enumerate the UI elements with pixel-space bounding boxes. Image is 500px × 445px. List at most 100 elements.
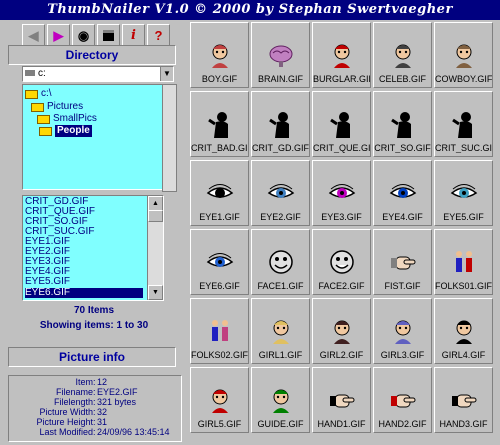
hand-point-icon — [389, 386, 417, 414]
info-value: EYE2.GIF — [97, 387, 138, 397]
info-row-filename: Filename: EYE2.GIF — [55, 387, 138, 397]
thumbnail-filename: CRIT_SUC.GIF — [435, 143, 492, 153]
info-row-width: Picture Width:32 — [39, 407, 108, 417]
thumbnail-cell[interactable]: FACE1.GIF — [251, 229, 310, 295]
thumbnail-cell[interactable]: FOLKS01.GIF — [434, 229, 493, 295]
critic-silhouette-icon — [206, 110, 234, 138]
boy-face-icon — [206, 41, 234, 69]
thumbnail-filename: HAND3.GIF — [439, 419, 488, 429]
thumbnail-cell[interactable]: FIST.GIF — [373, 229, 432, 295]
help-question-icon: ? — [154, 28, 163, 43]
thumbnail-filename: GIRL4.GIF — [441, 350, 486, 360]
guide-icon — [267, 386, 295, 414]
info-row-item: Item:12 — [75, 377, 108, 387]
file-list-scrollbar[interactable]: ▲ ▼ — [147, 196, 163, 300]
thumbnail-filename: FOLKS01.GIF — [435, 281, 492, 291]
thumbnail-filename: COWBOY.GIF — [435, 74, 492, 84]
tree-item-root[interactable]: c:\ — [25, 88, 52, 100]
thumbnail-cell[interactable]: HAND3.GIF — [434, 367, 493, 433]
thumbnail-cell[interactable]: CRIT_SUC.GIF — [434, 91, 493, 157]
item-count: 70 Items — [73, 305, 115, 316]
group-people-icon — [206, 317, 234, 345]
info-button[interactable]: i — [122, 24, 145, 47]
thumbnail-cell[interactable]: EYE1.GIF — [190, 160, 249, 226]
thumbnail-cell[interactable]: EYE6.GIF — [190, 229, 249, 295]
thumbnail-cell[interactable]: BOY.GIF — [190, 22, 249, 88]
left-panel: ◀ ▶ ◉ i ? Directory c: ▼ c:\ Pictures Sm… — [0, 20, 188, 445]
thumbnail-cell[interactable]: HAND1.GIF — [312, 367, 371, 433]
thumbnail-cell[interactable]: BURGLAR.GIF — [312, 22, 371, 88]
thumbnail-cell[interactable]: BRAIN.GIF — [251, 22, 310, 88]
info-value: 12 — [97, 377, 108, 387]
thumbnail-cell[interactable]: CRIT_BAD.GIF — [190, 91, 249, 157]
view-button[interactable]: ◉ — [72, 24, 95, 47]
thumbnail-filename: EYE3.GIF — [321, 212, 362, 222]
disk-icon — [103, 30, 114, 41]
eye-icon: ◉ — [77, 28, 90, 43]
scroll-up-icon[interactable]: ▲ — [148, 196, 163, 211]
thumbnail-cell[interactable]: GIRL1.GIF — [251, 298, 310, 364]
tree-scrollbar[interactable] — [162, 84, 177, 192]
directory-tree[interactable]: c:\ Pictures SmallPics People — [22, 84, 177, 192]
thumbnail-cell[interactable]: CRIT_QUE.GIF — [312, 91, 371, 157]
drive-select[interactable]: c: ▼ — [22, 66, 174, 82]
folder-open-icon — [25, 89, 38, 99]
thumbnail-filename: EYE1.GIF — [199, 212, 240, 222]
thumbnail-filename: CRIT_GD.GIF — [252, 143, 309, 153]
chevron-down-icon[interactable]: ▼ — [160, 67, 173, 81]
celeb-sunglasses-icon — [389, 41, 417, 69]
eye-icon — [206, 179, 234, 207]
tree-item-pictures[interactable]: Pictures — [31, 101, 83, 113]
thumbnail-cell[interactable]: CRIT_GD.GIF — [251, 91, 310, 157]
thumbnail-filename: GIRL3.GIF — [380, 350, 425, 360]
drive-icon — [25, 70, 35, 77]
thumbnail-cell[interactable]: CELEB.GIF — [373, 22, 432, 88]
help-button[interactable]: ? — [147, 24, 170, 47]
thumbnail-filename: BURGLAR.GIF — [313, 74, 370, 84]
smiley-face-icon — [267, 248, 295, 276]
critic-silhouette-icon — [450, 110, 478, 138]
folder-open-icon — [31, 102, 44, 112]
thumbnail-cell[interactable]: COWBOY.GIF — [434, 22, 493, 88]
thumbnail-cell[interactable]: EYE2.GIF — [251, 160, 310, 226]
thumbnail-filename: GIRL1.GIF — [258, 350, 303, 360]
info-row-filelength: Filelength:321 bytes — [53, 397, 137, 407]
girl-blonde-icon — [267, 317, 295, 345]
thumbnail-cell[interactable]: GIRL5.GIF — [190, 367, 249, 433]
list-item[interactable]: EYE5.GIF — [25, 277, 70, 287]
thumbnail-cell[interactable]: EYE4.GIF — [373, 160, 432, 226]
thumbnail-cell[interactable]: GIRL3.GIF — [373, 298, 432, 364]
thumbnail-cell[interactable]: EYE3.GIF — [312, 160, 371, 226]
tree-item-label: SmallPics — [53, 113, 97, 124]
thumbnail-cell[interactable]: GIRL4.GIF — [434, 298, 493, 364]
cowboy-hat-icon — [450, 41, 478, 69]
back-button[interactable]: ◀ — [22, 24, 45, 47]
thumbnail-cell[interactable]: FOLKS02.GIF — [190, 298, 249, 364]
info-icon: i — [131, 28, 136, 43]
thumbnail-cell[interactable]: HAND2.GIF — [373, 367, 432, 433]
list-item-selected[interactable]: EYE6.GIF — [25, 288, 143, 298]
eye-icon — [389, 179, 417, 207]
file-list[interactable]: CRIT_GD.GIF CRIT_QUE.GIF CRIT_SO.GIF CRI… — [22, 195, 164, 301]
tree-item-smallpics[interactable]: SmallPics — [37, 113, 97, 125]
girl-hat-icon — [389, 317, 417, 345]
scroll-down-icon[interactable]: ▼ — [148, 285, 163, 300]
thumbnail-filename: FACE1.GIF — [257, 281, 304, 291]
thumbnail-cell[interactable]: EYE5.GIF — [434, 160, 493, 226]
two-people-icon — [450, 248, 478, 276]
thumbnail-cell[interactable]: GUIDE.GIF — [251, 367, 310, 433]
thumbnail-cell[interactable]: GIRL2.GIF — [312, 298, 371, 364]
picture-info-box: Item:12 Filename: EYE2.GIF Filelength:321… — [8, 375, 182, 442]
thumbnail-cell[interactable]: FACE2.GIF — [312, 229, 371, 295]
save-button[interactable] — [97, 24, 120, 47]
girl-red-hair-icon — [206, 386, 234, 414]
burglar-mask-icon — [328, 41, 356, 69]
forward-button[interactable]: ▶ — [47, 24, 70, 47]
thumbnail-cell[interactable]: CRIT_SO.GIF — [373, 91, 432, 157]
brain-icon — [267, 41, 295, 69]
tree-item-people[interactable]: People — [39, 125, 92, 137]
tree-item-label: Pictures — [47, 101, 84, 112]
scroll-thumb[interactable] — [148, 210, 163, 222]
title-bar: ThumbNailer V1.0 © 2000 by Stephan Swert… — [0, 0, 500, 20]
info-key: Picture Height — [36, 417, 93, 427]
